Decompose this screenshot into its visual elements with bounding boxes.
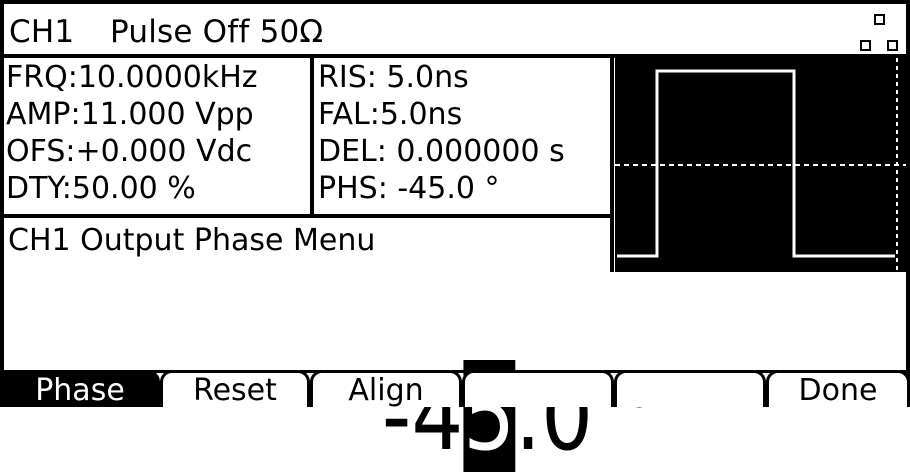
softkey-blank-4[interactable]: [462, 370, 614, 407]
phase-entry[interactable]: -45.0 °: [330, 266, 660, 472]
mode-label: Pulse Off 50Ω: [110, 14, 324, 50]
phase-value[interactable]: PHS: -45.0 °: [318, 171, 500, 207]
waveform-preview: [615, 58, 906, 272]
softkey-label: Done: [798, 373, 878, 408]
channel-label: CH1: [9, 14, 75, 50]
softkey-done[interactable]: Done: [766, 370, 910, 408]
offset-value[interactable]: OFS:+0.000 Vdc: [6, 134, 252, 170]
pulse-waveform-icon: [615, 58, 906, 272]
softkey-reset[interactable]: Reset: [160, 370, 310, 408]
menu-title: CH1 Output Phase Menu: [8, 223, 376, 258]
softkey-align[interactable]: Align: [310, 370, 462, 408]
divider: [4, 214, 611, 218]
divider: [610, 58, 614, 272]
amplitude-value[interactable]: AMP:11.000 Vpp: [6, 97, 254, 133]
fall-time-value[interactable]: FAL:5.0ns: [318, 97, 462, 133]
title-bar: CH1 Pulse Off 50Ω: [4, 4, 906, 57]
softkey-label: Reset: [193, 373, 277, 408]
softkey-blank-5[interactable]: [614, 370, 766, 407]
duty-value[interactable]: DTY:50.00 %: [6, 171, 196, 207]
frequency-value[interactable]: FRQ:10.0000kHz: [6, 60, 258, 96]
divider: [310, 58, 314, 214]
softkey-phase[interactable]: Phase: [0, 370, 160, 408]
multi-channel-squares-icon: [860, 14, 900, 54]
softkey-label: Align: [348, 373, 424, 408]
delay-value[interactable]: DEL: 0.000000 s: [318, 134, 565, 170]
softkey-bar: Phase Reset Align Done: [0, 370, 910, 408]
rise-time-value[interactable]: RIS: 5.0ns: [318, 60, 469, 96]
softkey-label: Phase: [35, 373, 125, 408]
